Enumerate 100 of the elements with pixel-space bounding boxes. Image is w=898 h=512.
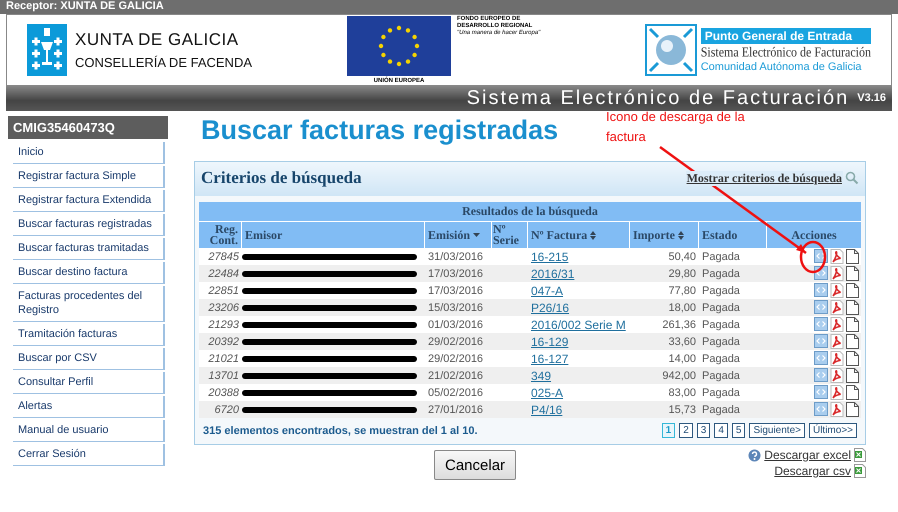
download-icon[interactable] — [814, 317, 828, 331]
table-cell-text: 22484 — [207, 268, 240, 280]
column-header[interactable]: Importe — [630, 222, 699, 248]
invoice-link[interactable]: 025-A — [531, 386, 564, 400]
table-cell-text: 20392 — [207, 336, 240, 348]
page-button[interactable]: 4 — [714, 423, 728, 438]
page-button[interactable]: 3 — [696, 423, 710, 438]
table-cell-text: 22851 — [207, 284, 240, 296]
cancel-button[interactable]: Cancelar — [434, 450, 516, 480]
spreadsheet-icon[interactable] — [854, 448, 866, 462]
sidebar-item[interactable]: Buscar facturas tramitadas — [13, 238, 165, 260]
document-icon[interactable] — [846, 266, 859, 281]
pdf-icon[interactable] — [830, 283, 844, 298]
xunta-emblem-icon — [27, 24, 67, 76]
table-cell-text: 15/03/2016 — [427, 302, 484, 314]
download-icon[interactable] — [814, 368, 828, 382]
pdf-icon[interactable] — [830, 351, 844, 366]
table-cell-text: 29,80 — [667, 268, 697, 280]
pdf-icon[interactable] — [830, 300, 844, 315]
pdf-icon[interactable] — [830, 368, 844, 383]
column-header: Acciones — [767, 222, 861, 248]
table-cell-text: 33,60 — [667, 336, 697, 348]
download-icon[interactable] — [814, 334, 828, 348]
invoice-link[interactable]: 16-215 — [531, 250, 568, 264]
invoice-link[interactable]: 16-127 — [531, 352, 568, 366]
document-icon[interactable] — [846, 368, 859, 383]
column-header: Emisor — [242, 222, 425, 248]
table-cell-text: 17/03/2016 — [427, 284, 484, 296]
invoice-link[interactable]: P4/16 — [531, 402, 562, 416]
column-header[interactable]: Nº Factura — [528, 222, 630, 248]
table-cell-text: Pagada — [701, 370, 741, 382]
table-cell-text: 6720 — [214, 404, 240, 416]
table-cell-text: 261,36 — [661, 318, 697, 330]
table-cell-text: 50,40 — [667, 250, 697, 262]
table-cell-text: 27845 — [207, 250, 240, 262]
pdf-icon[interactable] — [830, 249, 844, 264]
sidebar-item[interactable]: Buscar destino factura — [13, 262, 165, 284]
download-link[interactable]: Descargar csv — [774, 464, 851, 478]
search-icon — [845, 171, 859, 185]
table-cell-text: 21293 — [207, 318, 240, 330]
sidebar-item[interactable]: Buscar facturas registradas — [13, 214, 165, 236]
table-cell-text: Pagada — [701, 268, 741, 280]
pge-badge: Punto General de Entrada — [700, 28, 871, 44]
spreadsheet-icon[interactable] — [854, 464, 866, 478]
invoice-link[interactable]: 349 — [531, 368, 552, 382]
sidebar-item[interactable]: Consultar Perfil — [13, 372, 165, 394]
table-cell-text: 21/02/2016 — [427, 370, 484, 382]
pdf-icon[interactable] — [830, 334, 844, 349]
document-icon[interactable] — [846, 351, 859, 366]
table-cell-text: 05/02/2016 — [427, 386, 484, 398]
sidebar-item[interactable]: Inicio — [13, 142, 165, 164]
results-title: Resultados de la búsqueda — [199, 202, 861, 222]
next-page-button[interactable]: Siguiente> — [749, 423, 805, 438]
pdf-icon[interactable] — [830, 385, 844, 400]
column-header[interactable]: Emisión — [425, 222, 492, 248]
download-icon[interactable] — [814, 300, 828, 314]
document-icon[interactable] — [846, 283, 859, 298]
invoice-link[interactable]: 2016/002 Serie M — [531, 318, 626, 332]
table-cell-text: 942,00 — [661, 370, 697, 382]
sidebar-item[interactable]: Manual de usuario — [13, 420, 165, 442]
show-criteria-link[interactable]: Mostrar criterios de búsqueda — [686, 170, 843, 186]
download-icon[interactable] — [814, 283, 828, 297]
table-cell-text: Pagada — [701, 336, 741, 348]
document-icon[interactable] — [846, 249, 859, 264]
sort-desc-icon — [473, 233, 480, 237]
page-button[interactable]: 2 — [679, 423, 693, 438]
page-button[interactable]: 5 — [732, 423, 746, 438]
invoice-link[interactable]: 2016/31 — [531, 266, 574, 280]
globe-logo-icon — [644, 24, 697, 76]
pdf-icon[interactable] — [830, 266, 844, 281]
sidebar-item[interactable]: Tramitación facturas — [13, 324, 165, 346]
invoice-link[interactable]: 16-129 — [531, 334, 568, 348]
sidebar-item[interactable]: Registrar factura Extendida — [13, 190, 165, 212]
sidebar-item[interactable]: Registrar factura Simple — [13, 166, 165, 188]
sort-icon — [590, 230, 596, 240]
sort-icon — [678, 230, 684, 240]
pdf-icon[interactable] — [830, 317, 844, 332]
sidebar-item[interactable]: Buscar por CSV — [13, 348, 165, 370]
last-page-button[interactable]: Último>> — [808, 423, 857, 438]
sidebar-item[interactable]: Cerrar Sesión — [13, 444, 165, 466]
download-icon[interactable] — [814, 351, 828, 365]
document-icon[interactable] — [846, 300, 859, 315]
download-icon[interactable] — [814, 402, 828, 416]
document-icon[interactable] — [846, 385, 859, 400]
table-cell-text: 20388 — [207, 386, 240, 398]
table-cell-text: 83,00 — [667, 386, 697, 398]
table-cell-text: Pagada — [701, 302, 741, 314]
sidebar-item[interactable]: Alertas — [13, 396, 165, 418]
document-icon[interactable] — [846, 402, 859, 417]
download-link[interactable]: Descargar excel — [764, 448, 851, 462]
sidebar-item[interactable]: Facturas procedentes del Registro — [13, 286, 165, 322]
table-cell-text: Pagada — [701, 404, 741, 416]
invoice-link[interactable]: 047-A — [531, 284, 564, 298]
help-icon — [748, 448, 762, 462]
download-icon[interactable] — [814, 385, 828, 399]
table-cell-text: 01/03/2016 — [427, 318, 484, 330]
pdf-icon[interactable] — [830, 402, 844, 417]
invoice-link[interactable]: P26/16 — [531, 300, 570, 314]
document-icon[interactable] — [846, 317, 859, 332]
document-icon[interactable] — [846, 334, 859, 349]
